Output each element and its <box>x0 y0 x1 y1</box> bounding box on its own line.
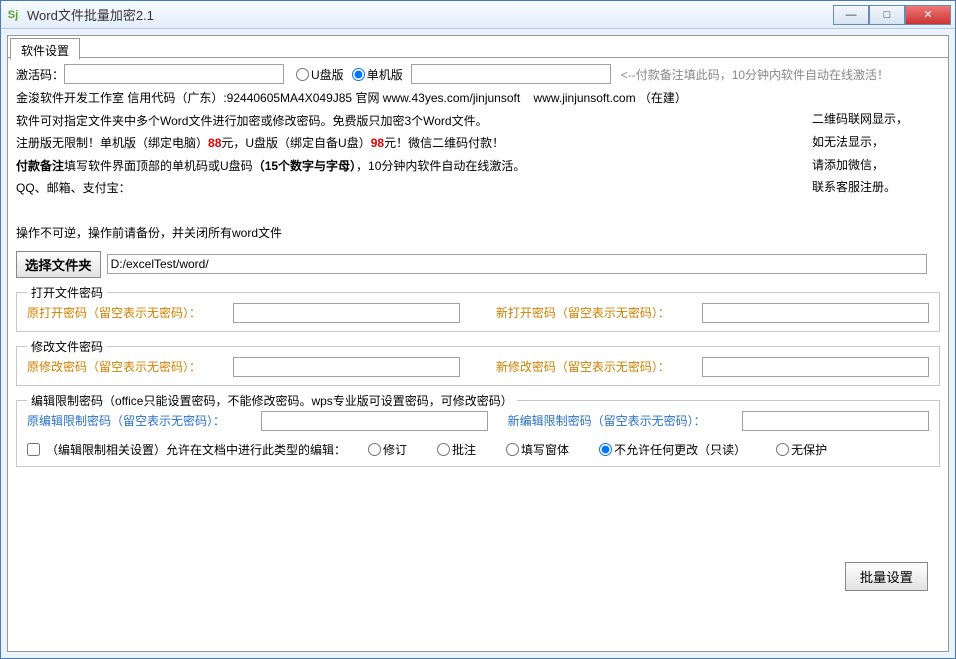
machine-code-input[interactable] <box>411 64 611 84</box>
window-title: Word文件批量加密2.1 <box>27 5 833 24</box>
warning-line: 操作不可逆，操作前请备份，并关闭所有word文件 <box>16 224 940 241</box>
info-url2: www.jinjunsoft.com <box>534 91 636 105</box>
app-window: Sj Word文件批量加密2.1 — □ ✕ 软件设置 激活码： U盘版 单机版 <box>0 0 956 659</box>
qr-l3: 请添加微信， <box>812 154 932 177</box>
danji-label: 单机版 <box>367 66 403 83</box>
tab-settings[interactable]: 软件设置 <box>10 38 80 60</box>
opt-rev-wrap[interactable]: 修订 <box>368 441 407 458</box>
info-line4d: ，10分钟内软件自动在线激活。 <box>356 159 525 173</box>
info-line1b: （在建） <box>639 91 687 105</box>
price1: 88 <box>208 136 221 150</box>
modify-password-fieldset: 修改文件密码 原修改密码（留空表示无密码）： 新修改密码（留空表示无密码）： <box>16 346 940 386</box>
opt-rev-radio[interactable] <box>368 443 381 456</box>
old-restrict-pw-label: 原编辑限制密码（留空表示无密码）： <box>27 412 255 429</box>
price2: 98 <box>371 136 384 150</box>
opt-form-radio[interactable] <box>506 443 519 456</box>
opt-readonly-radio[interactable] <box>599 443 612 456</box>
info-block: 金浚软件开发工作室 信用代码（广东）:92440605MA4X049J85 官网… <box>16 88 940 200</box>
opt-comment-radio[interactable] <box>437 443 450 456</box>
info-line2: 软件可对指定文件夹中多个Word文件进行加密或修改密码。免费版只加密3个Word… <box>16 111 940 133</box>
opt-readonly-wrap[interactable]: 不允许任何更改（只读） <box>599 441 746 458</box>
restrict-enable-checkbox[interactable] <box>27 443 40 456</box>
info-line3c: 元！微信二维码付款！ <box>384 136 504 150</box>
modify-password-legend: 修改文件密码 <box>27 338 107 355</box>
info-url1: www.43yes.com/jinjunsoft <box>383 91 520 105</box>
new-restrict-pw-input[interactable] <box>742 411 929 431</box>
danji-radio[interactable] <box>352 68 365 81</box>
open-password-fieldset: 打开文件密码 原打开密码（留空表示无密码）： 新打开密码（留空表示无密码）： <box>16 292 940 332</box>
close-button[interactable]: ✕ <box>905 5 951 25</box>
new-open-pw-label: 新打开密码（留空表示无密码）： <box>496 304 696 321</box>
qr-l1: 二维码联网显示， <box>812 108 932 131</box>
opt-comment-label: 批注 <box>452 441 476 458</box>
old-modify-pw-label: 原修改密码（留空表示无密码）： <box>27 358 227 375</box>
restrict-options: （编辑限制相关设置）允许在文档中进行此类型的编辑： 修订 批注 填写窗体 不允许… <box>27 441 929 458</box>
qr-l4: 联系客服注册。 <box>812 176 932 199</box>
qr-l2: 如无法显示， <box>812 131 932 154</box>
batch-set-button[interactable]: 批量设置 <box>845 562 928 591</box>
restrict-legend: 编辑限制密码（office只能设置密码，不能修改密码。wps专业版可设置密码，可… <box>27 392 517 409</box>
qr-hint-box: 二维码联网显示， 如无法显示， 请添加微信， 联系客服注册。 <box>812 108 932 199</box>
opt-none-label: 无保护 <box>791 441 827 458</box>
folder-path-input[interactable] <box>107 254 927 274</box>
opt-comment-wrap[interactable]: 批注 <box>437 441 476 458</box>
info-line4b: 填写软件界面顶部的单机码或U盘码 <box>64 159 253 173</box>
info-line5: QQ、邮箱、支付宝： <box>16 178 940 200</box>
upan-radio[interactable] <box>296 68 309 81</box>
info-line3b: 元，U盘版（绑定自备U盘） <box>221 136 370 150</box>
activation-hint: <--付款备注填此码，10分钟内软件自动在线激活！ <box>621 66 889 83</box>
app-icon: Sj <box>5 7 21 23</box>
minimize-button[interactable]: — <box>833 5 869 25</box>
opt-rev-label: 修订 <box>383 441 407 458</box>
client-area: 软件设置 激活码： U盘版 单机版 <--付款备注填此码，10分钟内软件自动在线… <box>7 35 949 652</box>
info-line1a: 金浚软件开发工作室 信用代码（广东）:92440605MA4X049J85 官网 <box>16 91 379 105</box>
old-modify-pw-input[interactable] <box>233 357 460 377</box>
restrict-checkbox-label: （编辑限制相关设置）允许在文档中进行此类型的编辑： <box>46 441 346 458</box>
new-modify-pw-label: 新修改密码（留空表示无密码）： <box>496 358 696 375</box>
maximize-button[interactable]: □ <box>869 5 905 25</box>
old-open-pw-label: 原打开密码（留空表示无密码）： <box>27 304 227 321</box>
opt-none-wrap[interactable]: 无保护 <box>776 441 827 458</box>
info-line3a: 注册版无限制！单机版（绑定电脑） <box>16 136 208 150</box>
new-open-pw-input[interactable] <box>702 303 929 323</box>
tabstrip: 软件设置 <box>8 36 948 58</box>
new-restrict-pw-label: 新编辑限制密码（留空表示无密码）： <box>508 412 736 429</box>
old-restrict-pw-input[interactable] <box>261 411 488 431</box>
activation-label: 激活码： <box>16 66 64 83</box>
window-controls: — □ ✕ <box>833 5 951 25</box>
info-line4a: 付款备注 <box>16 159 64 173</box>
info-line4c: （15个数字与字母） <box>253 159 356 173</box>
titlebar: Sj Word文件批量加密2.1 — □ ✕ <box>1 1 955 29</box>
activation-code-input[interactable] <box>64 64 284 84</box>
new-modify-pw-input[interactable] <box>702 357 929 377</box>
folder-row: 选择文件夹 <box>16 251 940 278</box>
activation-row: 激活码： U盘版 单机版 <--付款备注填此码，10分钟内软件自动在线激活！ <box>16 64 940 84</box>
opt-readonly-label: 不允许任何更改（只读） <box>614 441 746 458</box>
opt-form-label: 填写窗体 <box>521 441 569 458</box>
restrict-fieldset: 编辑限制密码（office只能设置密码，不能修改密码。wps专业版可设置密码，可… <box>16 400 940 467</box>
old-open-pw-input[interactable] <box>233 303 460 323</box>
upan-radio-wrap[interactable]: U盘版 <box>296 66 344 83</box>
danji-radio-wrap[interactable]: 单机版 <box>352 66 403 83</box>
upan-label: U盘版 <box>311 66 344 83</box>
opt-none-radio[interactable] <box>776 443 789 456</box>
content: 激活码： U盘版 单机版 <--付款备注填此码，10分钟内软件自动在线激活！ 金… <box>8 58 948 651</box>
opt-form-wrap[interactable]: 填写窗体 <box>506 441 569 458</box>
select-folder-button[interactable]: 选择文件夹 <box>16 251 101 278</box>
open-password-legend: 打开文件密码 <box>27 284 107 301</box>
